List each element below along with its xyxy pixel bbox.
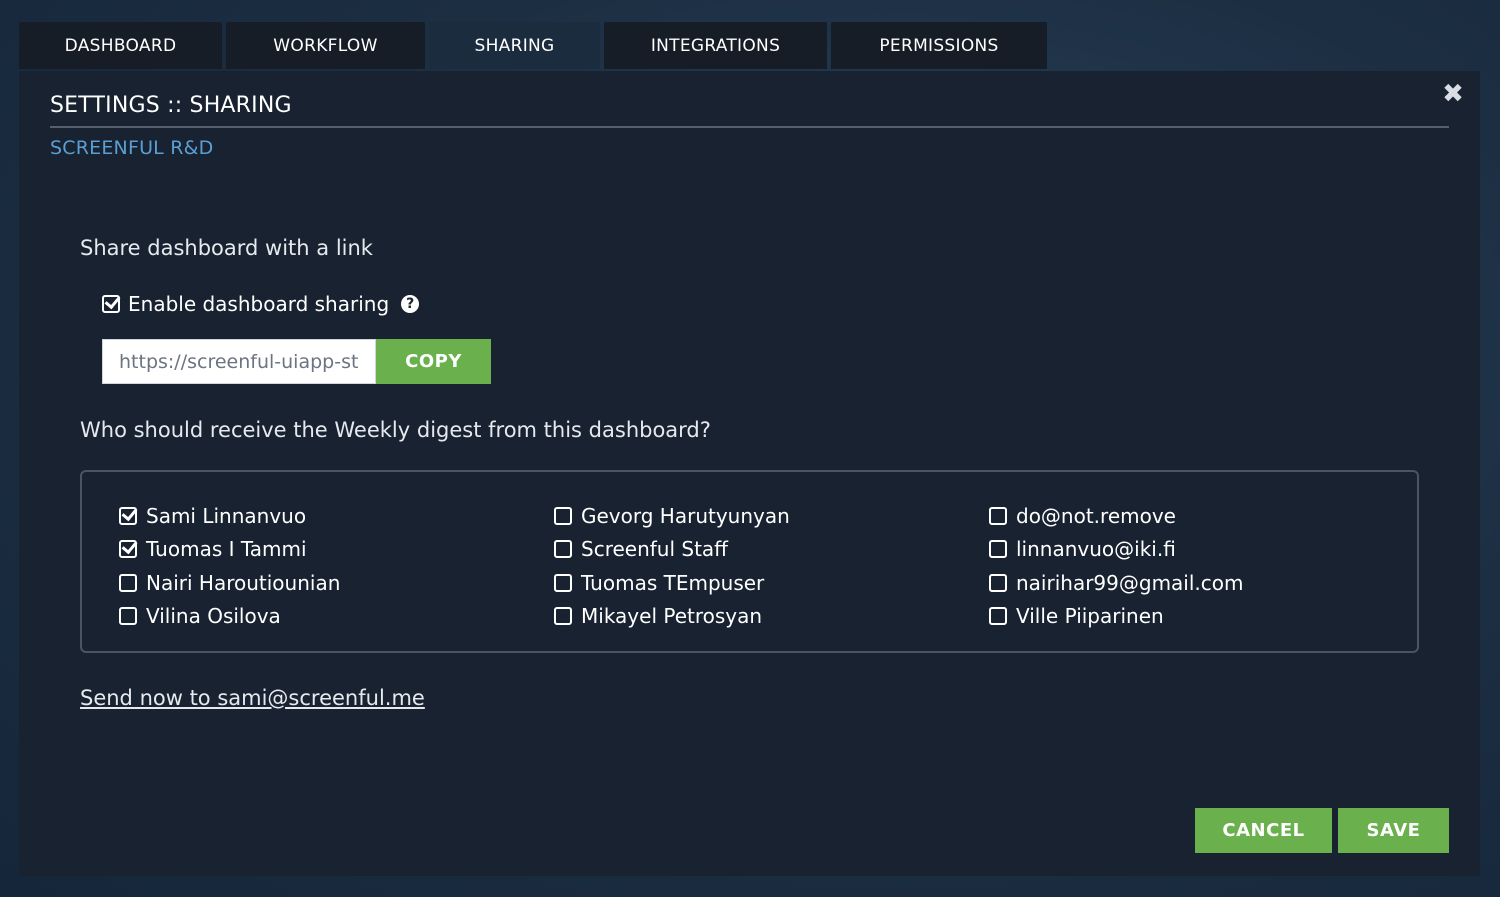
recipient-item[interactable]: nairihar99@gmail.com xyxy=(989,566,1244,600)
share-link-input[interactable] xyxy=(102,339,376,384)
recipient-name: Ville Piiparinen xyxy=(1016,604,1164,629)
recipient-item[interactable]: linnanvuo@iki.fi xyxy=(989,533,1244,567)
send-now-link[interactable]: Send now to sami@screenful.me xyxy=(80,686,425,710)
share-link-heading: Share dashboard with a link xyxy=(80,236,373,260)
enable-sharing-toggle[interactable]: Enable dashboard sharing ? xyxy=(102,292,420,316)
recipient-name: linnanvuo@iki.fi xyxy=(1016,537,1176,562)
tab-dashboard[interactable]: DASHBOARD xyxy=(19,22,222,69)
recipient-name: do@not.remove xyxy=(1016,503,1176,528)
checkbox-unchecked-icon[interactable] xyxy=(989,540,1007,559)
checkbox-unchecked-icon[interactable] xyxy=(554,506,572,525)
cancel-button[interactable]: CANCEL xyxy=(1195,808,1332,853)
recipient-item[interactable]: Tuomas I Tammi xyxy=(119,533,340,567)
recipient-name: Screenful Staff xyxy=(581,537,728,562)
checkbox-unchecked-icon[interactable] xyxy=(119,607,137,626)
recipient-name: Mikayel Petrosyan xyxy=(581,604,763,629)
recipients-box: Sami Linnanvuo Tuomas I Tammi Nairi Haro… xyxy=(80,470,1419,653)
recipient-item[interactable]: Ville Piiparinen xyxy=(989,600,1244,634)
checkbox-checked-icon[interactable] xyxy=(102,295,120,313)
help-icon[interactable]: ? xyxy=(401,295,420,313)
tab-workflow[interactable]: WORKFLOW xyxy=(226,22,425,69)
save-button[interactable]: SAVE xyxy=(1338,808,1449,853)
close-icon[interactable]: ✖ xyxy=(1440,81,1466,107)
recipient-name: Tuomas TEmpuser xyxy=(581,570,765,595)
recipient-name: Nairi Haroutiounian xyxy=(146,570,341,595)
recipient-name: nairihar99@gmail.com xyxy=(1016,570,1244,595)
checkbox-unchecked-icon[interactable] xyxy=(554,573,572,592)
recipient-name: Tuomas I Tammi xyxy=(146,537,307,562)
checkbox-checked-icon[interactable] xyxy=(119,540,137,559)
recipient-item[interactable]: Vilina Osilova xyxy=(119,600,340,634)
settings-modal: ✖ SETTINGS :: SHARING SCREENFUL R&D Shar… xyxy=(19,71,1480,876)
enable-sharing-label: Enable dashboard sharing xyxy=(128,292,390,316)
checkbox-unchecked-icon[interactable] xyxy=(554,540,572,559)
tab-integrations[interactable]: INTEGRATIONS xyxy=(604,22,827,69)
dashboard-name: SCREENFUL R&D xyxy=(50,137,214,159)
recipient-item[interactable]: do@not.remove xyxy=(989,499,1244,533)
tab-sharing[interactable]: SHARING xyxy=(429,22,600,69)
checkbox-unchecked-icon[interactable] xyxy=(989,506,1007,525)
share-link-row: COPY xyxy=(102,339,491,384)
checkbox-unchecked-icon[interactable] xyxy=(989,607,1007,626)
checkbox-unchecked-icon[interactable] xyxy=(554,607,572,626)
recipients-column: do@not.remove linnanvuo@iki.fi nairihar9… xyxy=(989,499,1244,633)
recipient-item[interactable]: Screenful Staff xyxy=(554,533,790,567)
page-title: SETTINGS :: SHARING xyxy=(50,93,292,118)
recipient-item[interactable]: Sami Linnanvuo xyxy=(119,499,340,533)
checkbox-unchecked-icon[interactable] xyxy=(119,573,137,592)
recipient-item[interactable]: Mikayel Petrosyan xyxy=(554,600,790,634)
recipient-item[interactable]: Gevorg Harutyunyan xyxy=(554,499,790,533)
settings-tabs: DASHBOARD WORKFLOW SHARING INTEGRATIONS … xyxy=(19,22,1047,69)
recipient-item[interactable]: Nairi Haroutiounian xyxy=(119,566,340,600)
title-divider xyxy=(50,126,1449,128)
recipients-column: Sami Linnanvuo Tuomas I Tammi Nairi Haro… xyxy=(119,499,340,633)
digest-heading: Who should receive the Weekly digest fro… xyxy=(80,418,711,442)
tab-permissions[interactable]: PERMISSIONS xyxy=(831,22,1047,69)
copy-button[interactable]: COPY xyxy=(376,339,491,384)
recipient-item[interactable]: Tuomas TEmpuser xyxy=(554,566,790,600)
checkbox-checked-icon[interactable] xyxy=(119,506,137,525)
recipients-column: Gevorg Harutyunyan Screenful Staff Tuoma… xyxy=(554,499,790,633)
recipient-name: Vilina Osilova xyxy=(146,604,281,629)
recipient-name: Gevorg Harutyunyan xyxy=(581,503,790,528)
checkbox-unchecked-icon[interactable] xyxy=(989,573,1007,592)
recipient-name: Sami Linnanvuo xyxy=(146,503,307,528)
